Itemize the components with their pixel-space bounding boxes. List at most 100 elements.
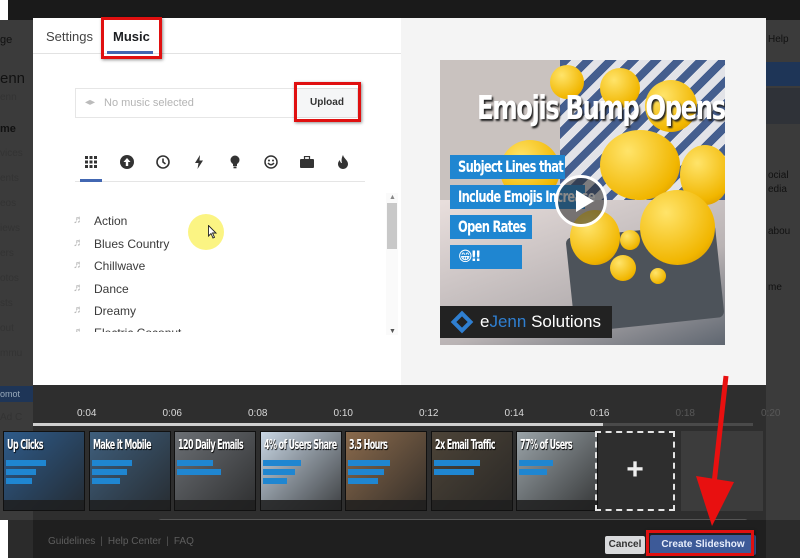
bg-text: ers	[0, 248, 14, 259]
timeline-tick-label: 0:10	[333, 408, 353, 419]
track-label: Chillwave	[94, 259, 146, 273]
upload-button[interactable]: Upload	[296, 88, 358, 118]
flame-icon	[338, 155, 348, 169]
slide-caption-band	[6, 478, 32, 484]
slide-title: 3.5 Hours	[349, 438, 388, 453]
category-energetic[interactable]	[188, 151, 210, 173]
timeline-tick-label: 0:20	[761, 408, 781, 419]
preview-subtitle: Subject Lines that	[450, 155, 565, 179]
slide-caption-band	[433, 460, 480, 466]
music-note-icon: ♬	[73, 326, 84, 332]
timeline-progress[interactable]	[33, 423, 603, 426]
background-right-column: Help ocial edia abou me	[766, 20, 800, 520]
slide-thumbnail[interactable]: Up Clicks	[3, 431, 85, 511]
link-separator: |	[100, 536, 103, 547]
timeline-tick-label: 0:14	[504, 408, 524, 419]
emoji-graphic	[600, 130, 680, 200]
play-icon[interactable]	[555, 175, 607, 227]
brand-logo-icon	[450, 310, 474, 334]
bg-text: abou	[768, 226, 791, 237]
track-item[interactable]: ♬ Dreamy	[73, 302, 373, 322]
bg-text: me	[0, 123, 16, 135]
slide-caption-band	[519, 469, 547, 475]
track-label: Dreamy	[94, 304, 137, 318]
help-center-link[interactable]: Help Center	[108, 536, 161, 547]
slide-caption-band	[262, 478, 287, 484]
track-item[interactable]: ♬ Dance	[73, 280, 373, 300]
slide-title: Make it Mobile	[92, 438, 152, 453]
scroll-thumb[interactable]	[387, 203, 397, 249]
tab-music[interactable]: Music	[113, 29, 150, 44]
music-note-icon: ♬	[73, 282, 84, 294]
slide-thumbnail[interactable]: 4% of Users Share	[259, 431, 342, 511]
scroll-down-icon[interactable]: ▼	[389, 328, 396, 335]
bg-text: ge	[0, 34, 13, 46]
add-slide-button[interactable]: +	[595, 431, 675, 511]
slide-title: Up Clicks	[7, 438, 44, 453]
slide-brand-strip	[175, 500, 255, 510]
bg-text: vices	[0, 148, 23, 159]
slide-caption-band	[262, 460, 301, 466]
slide-thumbnail[interactable]: 120 Daily Emails	[174, 431, 256, 511]
guidelines-link[interactable]: Guidelines	[48, 536, 95, 547]
slide-thumbnail[interactable]: 2x Email Traffic	[430, 431, 513, 511]
bg-promote: omot	[0, 386, 34, 402]
slide-caption-band	[91, 469, 127, 475]
faq-link[interactable]: FAQ	[174, 536, 194, 547]
category-intense[interactable]	[332, 151, 354, 173]
bg-text: sts	[0, 298, 13, 309]
track-item[interactable]: ♬ Blues Country	[73, 235, 373, 255]
bg-text: otos	[0, 273, 19, 284]
slide-caption-band	[348, 478, 378, 484]
track-label: Action	[94, 214, 128, 228]
link-separator: |	[166, 536, 169, 547]
cancel-button[interactable]: Cancel	[605, 536, 645, 554]
track-item[interactable]: ♬ Chillwave	[73, 257, 373, 277]
track-list-scrollbar[interactable]: ▲ ▼	[386, 193, 398, 335]
create-slideshow-button[interactable]: Create Slideshow	[650, 535, 756, 555]
tab-settings[interactable]: Settings	[46, 29, 93, 44]
slide-thumbnail[interactable]: 77% of Users	[516, 431, 598, 511]
emoji-graphic	[610, 255, 636, 281]
slide-thumbnail[interactable]: 3.5 Hours	[345, 431, 427, 511]
slide-title: 4% of Users Share	[263, 438, 337, 453]
footer-links: Guidelines | Help Center | FAQ	[48, 536, 194, 547]
slide-title: 77% of Users	[520, 438, 573, 453]
scroll-up-icon[interactable]: ▲	[389, 194, 396, 201]
slide-title: 2x Email Traffic	[434, 438, 496, 453]
slide-caption-band	[91, 460, 132, 466]
preview-emoji-band: 😁‼	[450, 245, 522, 269]
slide-caption-band	[262, 469, 295, 475]
category-classic[interactable]	[152, 151, 174, 173]
slide-caption-band	[348, 460, 390, 466]
tab-bar: Settings Music	[33, 18, 401, 54]
bg-text: Help	[768, 34, 789, 45]
music-note-icon: ♬	[73, 214, 84, 226]
track-item[interactable]: ♬ Electric Coconut	[73, 324, 373, 332]
slideshow-timeline: 0:04 0:06 0:08 0:10 0:12 0:14 0:16 0:18 0:20 Up …	[3, 385, 780, 525]
category-inspiring[interactable]	[224, 151, 246, 173]
category-happy[interactable]	[260, 151, 282, 173]
slide-caption-band	[519, 460, 553, 466]
briefcase-icon	[300, 156, 314, 168]
music-note-icon: ♬	[73, 304, 84, 316]
preview-headline: Emojis Bump Opens	[477, 88, 725, 127]
lightning-icon	[195, 155, 203, 169]
slide-brand-strip	[4, 500, 84, 510]
category-all[interactable]	[80, 151, 102, 173]
track-list: ♬ Action ♬ Blues Country ♬ Chillwave ♬ Dance…	[73, 198, 383, 332]
category-upbeat[interactable]	[116, 151, 138, 173]
bg-text: iews	[0, 223, 21, 234]
active-tab-indicator	[107, 51, 153, 54]
slide-thumbnail[interactable]: Make it Mobile	[88, 431, 171, 511]
bg-text: Ad C	[0, 412, 23, 423]
bg-text: eos	[0, 198, 17, 209]
music-category-tabs	[75, 146, 365, 182]
mouse-cursor-icon	[208, 225, 218, 239]
brand-banner: eJenn Solutions	[440, 306, 612, 338]
slide-caption-band	[91, 478, 120, 484]
cursor-highlight	[188, 214, 224, 250]
bg-text: enn	[0, 70, 26, 87]
dialog-footer: Guidelines | Help Center | FAQ Cancel Create…	[33, 520, 766, 558]
category-corporate[interactable]	[296, 151, 318, 173]
